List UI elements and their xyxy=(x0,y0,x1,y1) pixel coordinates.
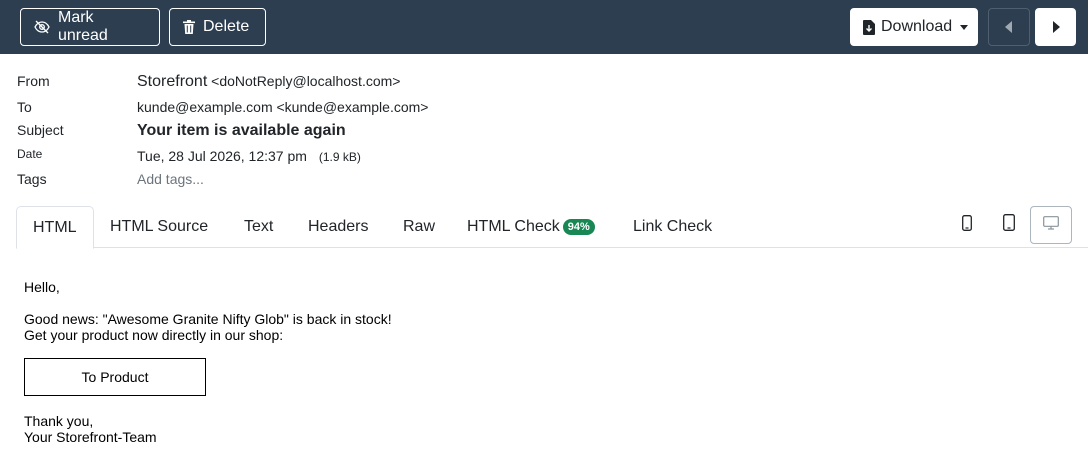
to-label: To xyxy=(17,99,32,115)
date-value: Tue, 28 Jul 2026, 12:37 pm (1.9 kB) xyxy=(137,148,361,164)
date-label: Date xyxy=(17,147,43,161)
to-product-button[interactable]: To Product xyxy=(24,358,206,396)
desktop-view-button[interactable] xyxy=(1030,206,1072,244)
tab-label: HTML Check xyxy=(467,218,560,235)
tablet-icon xyxy=(1003,214,1015,236)
tab-raw[interactable]: Raw xyxy=(387,206,451,248)
email-closing: Thank you, xyxy=(24,413,94,429)
tab-html-source[interactable]: HTML Source xyxy=(94,206,224,248)
tab-link-check[interactable]: Link Check xyxy=(617,206,728,248)
previous-message-button[interactable] xyxy=(988,8,1030,46)
tab-html-check[interactable]: HTML Check 94% xyxy=(451,206,611,248)
tab-label: Link Check xyxy=(633,218,713,235)
download-button[interactable]: Download xyxy=(850,8,978,46)
trash-icon xyxy=(183,20,195,34)
tab-headers[interactable]: Headers xyxy=(292,206,384,248)
caret-left-icon xyxy=(1005,21,1013,33)
email-signature: Your Storefront-Team xyxy=(24,429,157,445)
sender-name: Storefront xyxy=(137,73,208,90)
message-size: (1.9 kB) xyxy=(318,150,361,164)
delete-button[interactable]: Delete xyxy=(169,8,266,46)
toolbar: Mark unread Delete Download xyxy=(0,0,1088,54)
eye-slash-icon xyxy=(34,20,50,34)
mark-unread-label: Mark unread xyxy=(58,9,108,44)
subject-label: Subject xyxy=(17,122,64,138)
tablet-view-button[interactable] xyxy=(991,207,1027,243)
mark-unread-button[interactable]: Mark unread xyxy=(20,8,160,46)
date-text: Tue, 28 Jul 2026, 12:37 pm xyxy=(137,148,307,164)
file-download-icon xyxy=(863,19,875,35)
tab-html[interactable]: HTML xyxy=(16,206,94,249)
tab-label: Headers xyxy=(308,218,369,235)
email-line: Good news: "Awesome Granite Nifty Glob" … xyxy=(24,311,392,327)
sender-email: <doNotReply@localhost.com> xyxy=(211,73,401,89)
tags-label: Tags xyxy=(17,171,47,187)
caret-right-icon xyxy=(1052,21,1060,33)
to-value: kunde@example.com <kunde@example.com> xyxy=(137,99,429,115)
subject-value: Your item is available again xyxy=(137,122,346,139)
tab-label: HTML Source xyxy=(110,218,209,235)
email-line: Get your product now directly in our sho… xyxy=(24,327,284,343)
tab-text[interactable]: Text xyxy=(228,206,289,248)
download-label: Download xyxy=(881,18,953,35)
delete-label: Delete xyxy=(203,18,250,35)
chevron-down-icon xyxy=(960,24,969,30)
tags-input[interactable]: Add tags... xyxy=(137,171,204,187)
score-badge: 94% xyxy=(562,219,595,235)
next-message-button[interactable] xyxy=(1035,8,1076,46)
desktop-icon xyxy=(1043,215,1059,235)
from-label: From xyxy=(17,73,50,89)
from-value: Storefront <doNotReply@localhost.com> xyxy=(137,73,400,91)
tab-label: Text xyxy=(244,218,274,235)
phone-view-button[interactable] xyxy=(949,207,985,243)
phone-icon xyxy=(962,214,972,236)
tab-label: HTML xyxy=(33,218,77,236)
tab-label: Raw xyxy=(403,218,436,235)
view-tabs: HTML HTML Source Text Headers Raw HTML C… xyxy=(16,206,1088,249)
email-greeting: Hello, xyxy=(24,279,60,295)
